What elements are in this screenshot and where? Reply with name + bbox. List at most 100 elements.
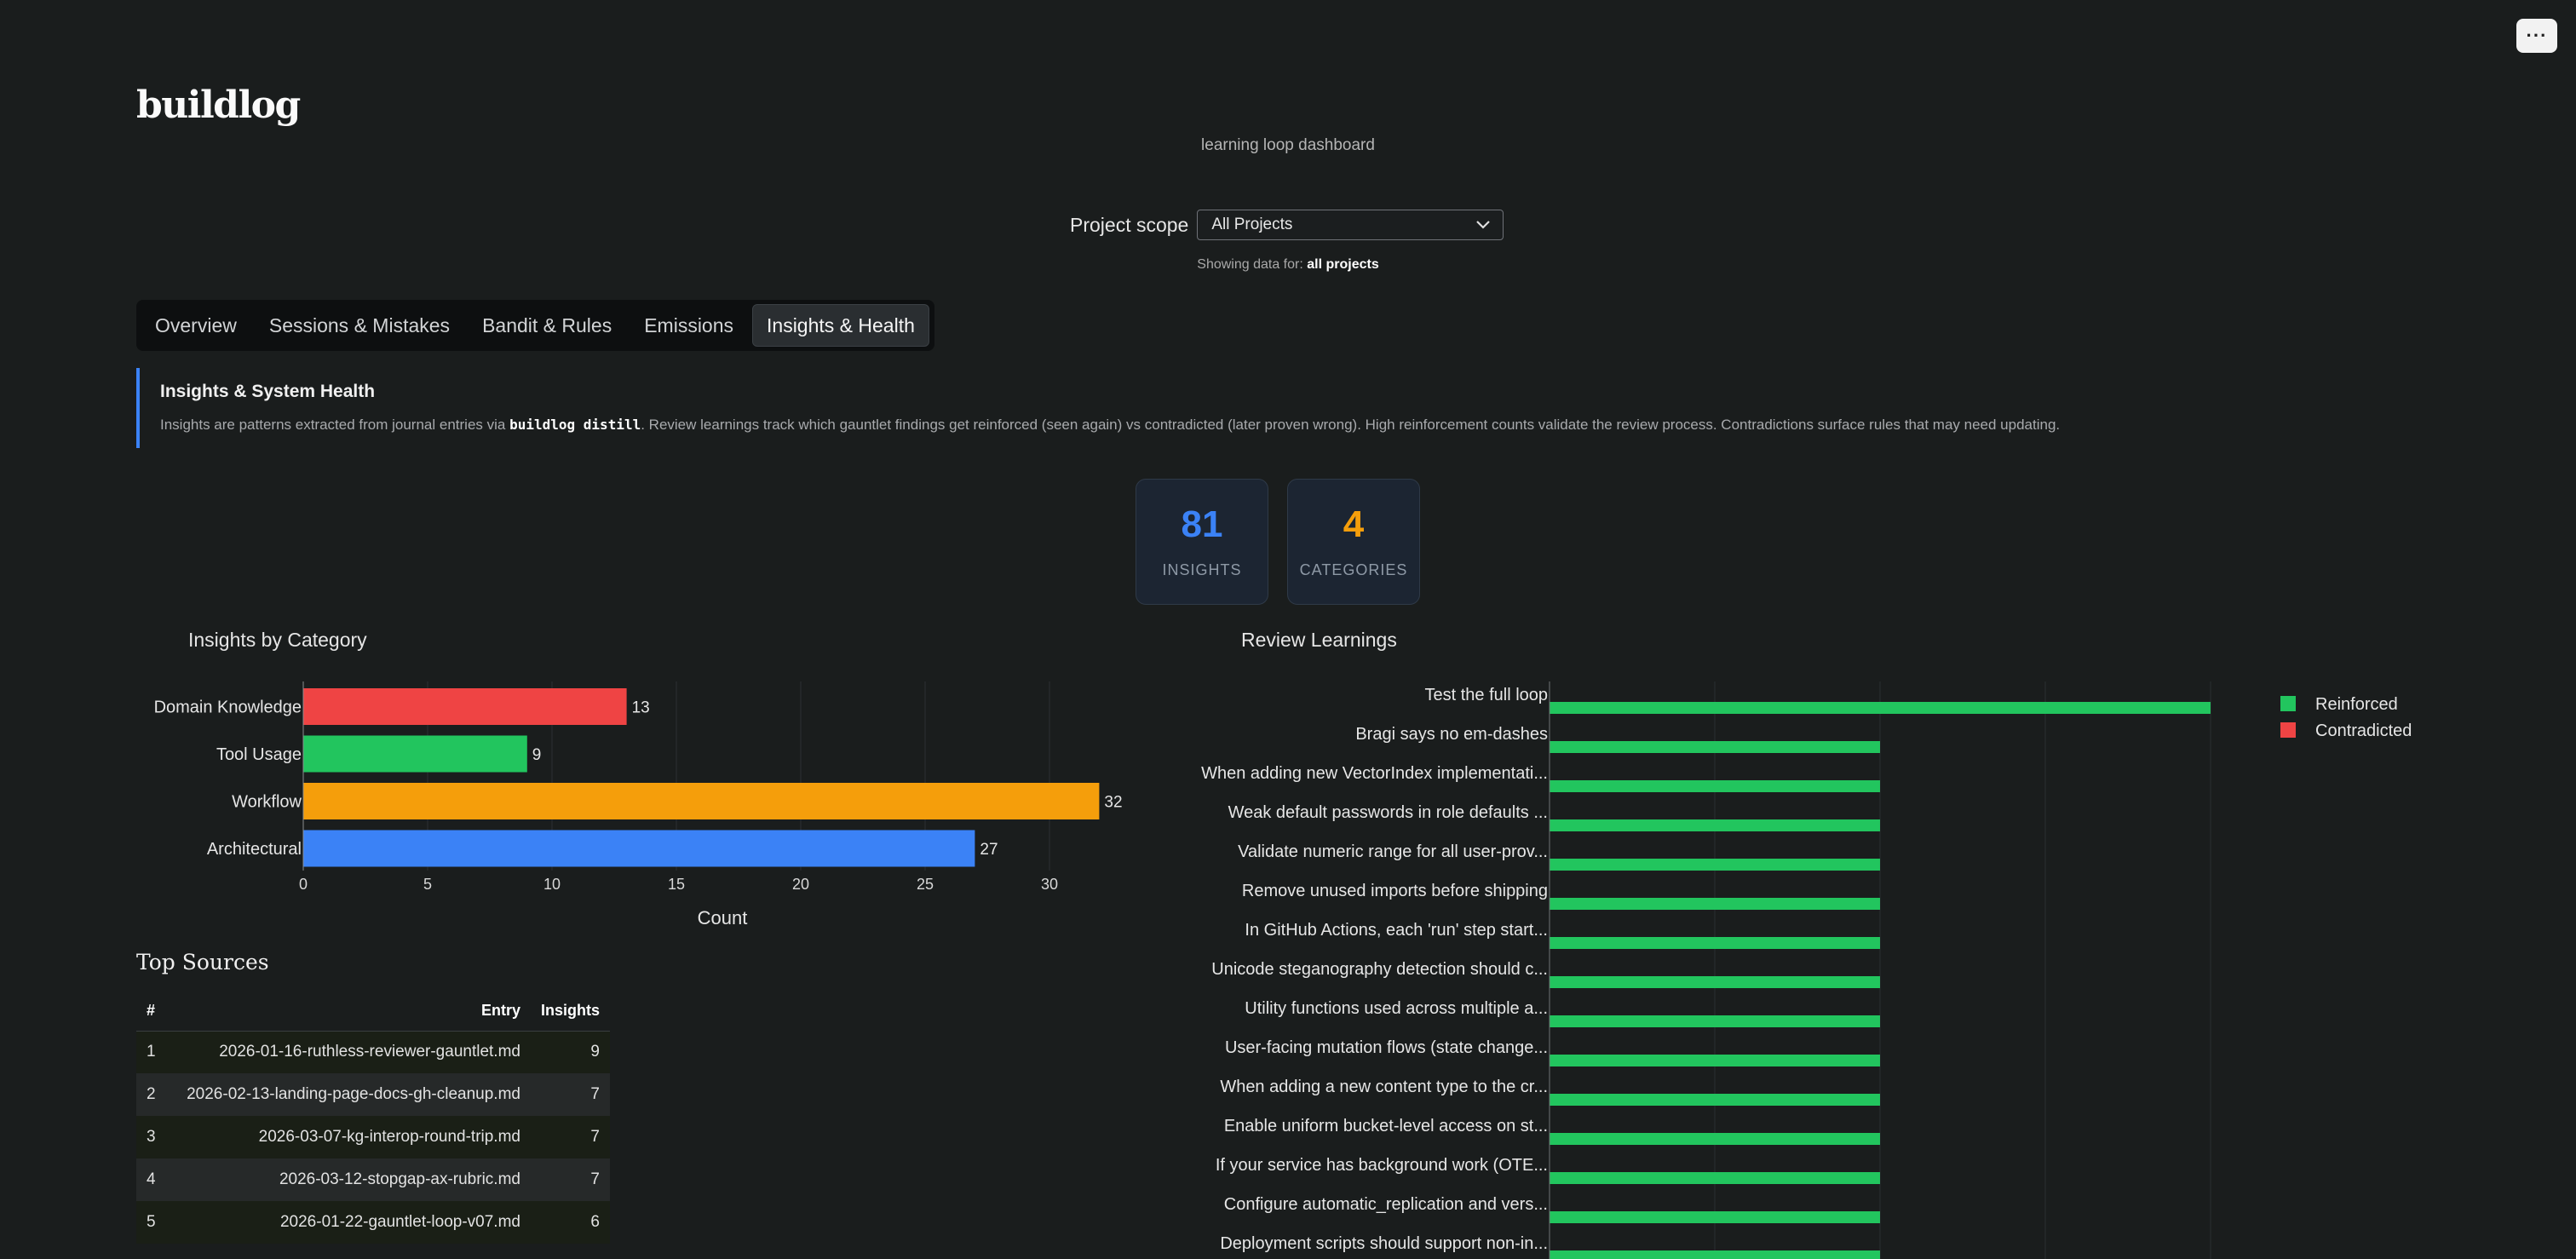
bar-reinforced xyxy=(1550,859,1880,871)
table-row: 1 2026-01-16-ruthless-reviewer-gauntlet.… xyxy=(136,1031,610,1073)
stat-label-insights: INSIGHTS xyxy=(1162,561,1242,578)
bar-reinforced xyxy=(1550,702,2211,714)
y-category-label: Weak default passwords in role defaults … xyxy=(1228,803,1548,822)
tab-overview[interactable]: Overview xyxy=(141,304,250,347)
data-label: 13 xyxy=(632,699,650,717)
x-tick-label: 20 xyxy=(792,876,809,893)
col-header-insights: Insights xyxy=(530,992,610,1032)
y-category-label: Test the full loop xyxy=(1424,686,1548,704)
insights-by-category-chart: 0 5 10 15 20 25 30 Domain Knowledge 13 Tool Usage… xyxy=(154,681,1123,928)
stat-label-categories: CATEGORIES xyxy=(1299,561,1408,578)
y-category-label: Domain Knowledge xyxy=(154,698,302,717)
review-learnings-chart: Test the full loop Bragi says no em-dashe… xyxy=(1201,681,2412,1259)
legend-swatch xyxy=(2280,696,2296,711)
legend-label: Reinforced xyxy=(2315,695,2398,714)
info-title: Insights & System Health xyxy=(160,382,376,401)
tab-bandit-rules[interactable]: Bandit & Rules xyxy=(469,304,625,347)
table-row: 5 2026-01-22-gauntlet-loop-v07.md 6 xyxy=(136,1201,610,1244)
scope-status-value: all projects xyxy=(1307,257,1379,272)
bar-reinforced xyxy=(1550,976,1880,988)
y-category-label: In GitHub Actions, each 'run' step start… xyxy=(1245,921,1548,940)
x-tick-label: 0 xyxy=(299,876,308,893)
y-category-label: Remove unused imports before shipping xyxy=(1242,882,1548,900)
more-dots-icon: ··· xyxy=(2526,25,2548,46)
bar-reinforced xyxy=(1550,1172,1880,1184)
app-subtitle: learning loop dashboard xyxy=(1201,136,1375,154)
cell-insights: 7 xyxy=(530,1116,610,1158)
stat-card-categories: 4 CATEGORIES xyxy=(1287,479,1420,605)
chevron-down-icon xyxy=(1476,221,1491,229)
y-category-label: Architectural xyxy=(207,840,302,859)
legend-label: Contradicted xyxy=(2315,721,2412,740)
tab-sessions-mistakes[interactable]: Sessions & Mistakes xyxy=(256,304,463,347)
app-logo: buildlog xyxy=(136,83,301,127)
bar-reinforced xyxy=(1550,898,1880,910)
info-callout: Insights & System Health Insights are pa… xyxy=(136,368,2436,448)
x-tick-label: 10 xyxy=(543,876,561,893)
cell-insights: 7 xyxy=(530,1073,610,1116)
y-category-label: Workflow xyxy=(232,793,302,812)
review-chart-title: Review Learnings xyxy=(1241,629,1397,651)
y-category-label: Deployment scripts should support non-in… xyxy=(1220,1234,1548,1253)
tab-bar: Overview Sessions & Mistakes Bandit & Ru… xyxy=(136,300,934,351)
y-category-label: Utility functions used across multiple a… xyxy=(1245,999,1548,1018)
cell-number: 4 xyxy=(136,1158,170,1201)
tab-emissions[interactable]: Emissions xyxy=(630,304,747,347)
bar-reinforced xyxy=(1550,780,1880,792)
table-row: 4 2026-03-12-stopgap-ax-rubric.md 7 xyxy=(136,1158,610,1201)
x-tick-label: 15 xyxy=(668,876,685,893)
project-scope-select[interactable]: All Projects xyxy=(1197,210,1504,240)
bar-reinforced xyxy=(1550,1094,1880,1106)
bar-reinforced xyxy=(1550,1055,1880,1066)
bar xyxy=(303,783,1100,819)
info-code: buildlog distill xyxy=(509,417,641,433)
info-text: Insights are patterns extracted from jou… xyxy=(160,417,2436,434)
bar-reinforced xyxy=(1550,1211,1880,1223)
cell-number: 1 xyxy=(136,1031,170,1073)
bar xyxy=(303,830,975,867)
info-text-before: Insights are patterns extracted from jou… xyxy=(160,417,510,433)
y-category-label: Bragi says no em-dashes xyxy=(1355,725,1548,744)
project-scope-label: Project scope xyxy=(1070,213,1189,236)
bar-reinforced xyxy=(1550,819,1880,831)
tab-insights-health[interactable]: Insights & Health xyxy=(752,304,929,347)
bar-reinforced xyxy=(1550,937,1880,949)
col-header-number: # xyxy=(136,992,170,1032)
bar-reinforced xyxy=(1550,1133,1880,1145)
x-tick-label: 30 xyxy=(1041,876,1058,893)
y-category-label: Validate numeric range for all user-prov… xyxy=(1238,842,1548,861)
stat-value-insights: 81 xyxy=(1181,503,1223,545)
y-category-label: Enable uniform bucket-level access on st… xyxy=(1224,1117,1548,1135)
more-menu-button[interactable]: ··· xyxy=(2516,19,2557,53)
table-row: 2 2026-02-13-landing-page-docs-gh-cleanu… xyxy=(136,1073,610,1116)
cell-insights: 9 xyxy=(530,1031,610,1073)
top-sources-table: # Entry Insights 1 2026-01-16-ruthless-r… xyxy=(136,992,610,1244)
cell-number: 3 xyxy=(136,1116,170,1158)
cell-entry: 2026-02-13-landing-page-docs-gh-cleanup.… xyxy=(170,1073,531,1116)
y-category-label: Unicode steganography detection should c… xyxy=(1211,960,1548,979)
bar-reinforced xyxy=(1550,1015,1880,1027)
scope-status: Showing data for: all projects xyxy=(0,257,2576,273)
y-category-label: Tool Usage xyxy=(216,745,302,764)
stat-card-insights: 81 INSIGHTS xyxy=(1136,479,1268,605)
x-tick-label: 5 xyxy=(423,876,432,893)
x-tick-label: 25 xyxy=(917,876,934,893)
legend-swatch xyxy=(2280,722,2296,738)
y-category-label: User-facing mutation flows (state change… xyxy=(1225,1038,1548,1057)
x-axis-title: Count xyxy=(698,907,748,928)
cell-entry: 2026-03-12-stopgap-ax-rubric.md xyxy=(170,1158,531,1201)
info-text-after: . Review learnings track which gauntlet … xyxy=(641,417,2061,433)
y-category-label: When adding a new content type to the cr… xyxy=(1220,1078,1548,1096)
cell-entry: 2026-03-07-kg-interop-round-trip.md xyxy=(170,1116,531,1158)
top-sources-title: Top Sources xyxy=(136,950,269,974)
table-row: 3 2026-03-07-kg-interop-round-trip.md 7 xyxy=(136,1116,610,1158)
bar xyxy=(303,688,627,725)
y-category-label: If your service has background work (OTE… xyxy=(1216,1156,1548,1175)
y-category-label: When adding new VectorIndex implementati… xyxy=(1201,764,1548,783)
project-scope-value: All Projects xyxy=(1211,216,1293,233)
data-label: 9 xyxy=(532,746,542,764)
col-header-entry: Entry xyxy=(170,992,531,1032)
cell-insights: 7 xyxy=(530,1158,610,1201)
project-scope: Project scope All Projects xyxy=(1070,210,1504,240)
scope-status-prefix: Showing data for: xyxy=(1197,257,1303,272)
